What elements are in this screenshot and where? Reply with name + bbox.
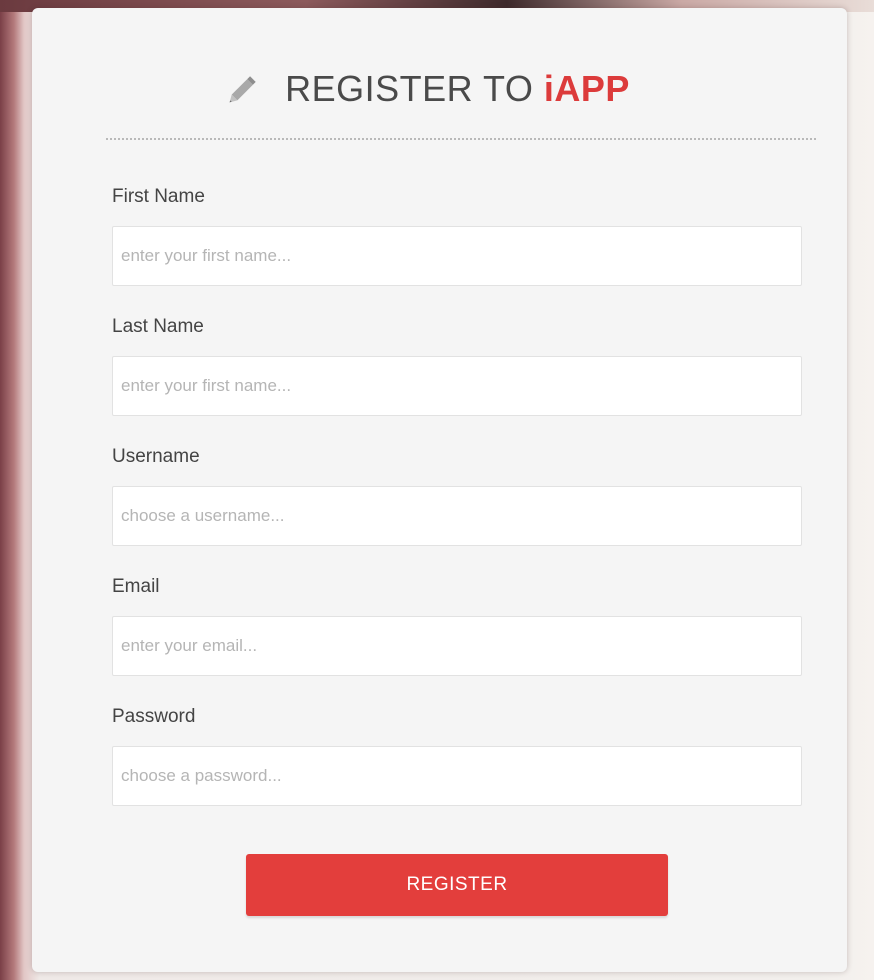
password-label: Password <box>112 706 196 727</box>
username-input[interactable] <box>112 486 802 546</box>
email-input[interactable] <box>112 616 802 676</box>
password-field: Password <box>112 704 802 806</box>
title-divider <box>106 138 816 140</box>
first-name-label: First Name <box>112 186 205 207</box>
title-prefix: REGISTER TO <box>285 68 544 109</box>
last-name-label: Last Name <box>112 316 204 337</box>
register-button[interactable]: REGISTER <box>246 854 668 916</box>
email-label: Email <box>112 576 160 597</box>
first-name-input[interactable] <box>112 226 802 286</box>
form-header: REGISTER TO iAPP <box>32 68 847 112</box>
page-title: REGISTER TO iAPP <box>285 68 630 110</box>
last-name-field: Last Name <box>112 314 802 416</box>
first-name-field: First Name <box>112 184 802 286</box>
register-card: REGISTER TO iAPP First Name Last Name Us… <box>32 8 847 972</box>
username-label: Username <box>112 446 200 467</box>
pencil-icon <box>223 69 263 109</box>
title-brand: iAPP <box>543 68 630 109</box>
last-name-input[interactable] <box>112 356 802 416</box>
username-field: Username <box>112 444 802 546</box>
title-wrap: REGISTER TO iAPP <box>223 68 630 110</box>
password-input[interactable] <box>112 746 802 806</box>
email-field: Email <box>112 574 802 676</box>
